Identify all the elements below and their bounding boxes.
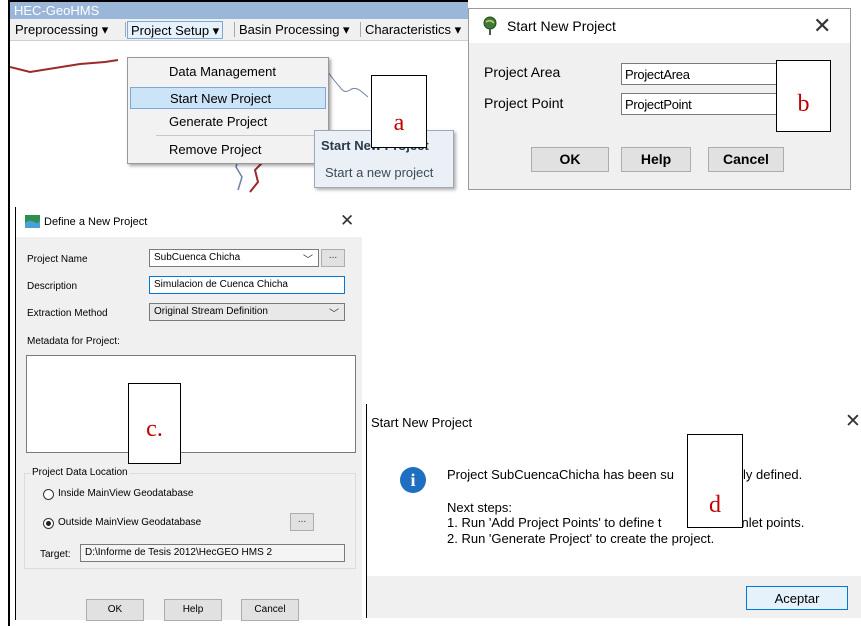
target-label: Target: xyxy=(40,549,71,560)
location-browse-button[interactable]: ... xyxy=(290,513,314,531)
map-icon xyxy=(25,215,40,228)
cancel-button[interactable]: Cancel xyxy=(708,147,784,172)
ok-button[interactable]: OK xyxy=(531,147,609,172)
step-2-text: 2. Run 'Generate Project' to create the … xyxy=(447,531,715,546)
chevron-down-icon: ﹀ xyxy=(329,309,339,320)
tooltip-text: Start a new project xyxy=(325,165,434,180)
project-area-label: Project Area xyxy=(484,64,561,80)
callout-b: b xyxy=(776,60,831,132)
metadata-textarea[interactable] xyxy=(26,355,356,453)
geohms-toolbar-panel: HEC-GeoHMS Preprocessing ▾ Project Setup… xyxy=(8,0,468,198)
extraction-method-value: Original Stream Definition xyxy=(154,306,268,317)
metadata-label: Metadata for Project: xyxy=(27,336,120,347)
project-name-value: SubCuenca Chicha xyxy=(154,252,241,263)
menu-separator xyxy=(234,22,235,37)
radio-inside-label: Inside MainView Geodatabase xyxy=(58,488,194,499)
menu-characteristics[interactable]: Characteristics ▾ xyxy=(362,21,464,39)
menu-separator xyxy=(360,22,361,37)
description-label: Description xyxy=(27,281,78,292)
menu-divider xyxy=(156,135,326,136)
menu-preprocessing[interactable]: Preprocessing ▾ xyxy=(12,21,111,39)
frame-border xyxy=(8,198,10,626)
define-new-project-dialog: Define a New Project ✕ Project Name SubC… xyxy=(15,207,363,621)
close-icon[interactable]: ✕ xyxy=(813,13,831,39)
project-name-browse-button[interactable]: ... xyxy=(321,249,345,267)
menu-item-data-management[interactable]: Data Management xyxy=(130,61,326,83)
description-input[interactable]: Simulacion de Cuenca Chicha xyxy=(149,276,345,294)
chevron-down-icon: ﹀ xyxy=(303,255,313,266)
info-icon: i xyxy=(400,467,426,493)
menu-item-start-new-project[interactable]: Start New Project xyxy=(130,87,326,109)
menu-basin-processing[interactable]: Basin Processing ▾ xyxy=(236,21,353,39)
menu-item-remove-project[interactable]: Remove Project xyxy=(130,139,326,161)
cancel-button[interactable]: Cancel xyxy=(241,599,299,621)
close-icon[interactable]: ✕ xyxy=(340,211,354,231)
extraction-method-select[interactable]: Original Stream Definition ﹀ xyxy=(149,303,345,321)
project-name-combobox[interactable]: SubCuenca Chicha ﹀ xyxy=(149,249,319,267)
extraction-method-label: Extraction Method xyxy=(27,308,108,319)
dialog-title-bar: Define a New Project ✕ xyxy=(16,207,363,237)
project-setup-dropdown: Data Management Start New Project Genera… xyxy=(127,57,329,164)
dialog-title-bar: Start New Project ✕ xyxy=(469,9,850,43)
close-icon[interactable]: ✕ xyxy=(845,410,861,433)
help-button[interactable]: Help xyxy=(621,147,691,172)
radio-outside-label: Outside MainView Geodatabase xyxy=(58,517,202,528)
menu-item-generate-project[interactable]: Generate Project xyxy=(130,111,326,133)
dialog-title: Start New Project xyxy=(507,18,616,34)
menu-separator xyxy=(125,22,126,37)
menu-bar: Preprocessing ▾ Project Setup ▾ Basin Pr… xyxy=(10,19,468,41)
next-steps-heading: Next steps: xyxy=(447,500,513,515)
app-title-bar: HEC-GeoHMS xyxy=(10,2,468,19)
project-point-label: Project Point xyxy=(484,95,564,111)
project-name-label: Project Name xyxy=(27,254,88,265)
callout-c: c. xyxy=(128,383,181,464)
dialog-footer: Aceptar xyxy=(367,576,861,618)
accept-button[interactable]: Aceptar xyxy=(746,586,848,610)
target-path-field: D:\Informe de Tesis 2012\HecGEO HMS 2 xyxy=(80,544,345,562)
group-label: Project Data Location xyxy=(30,467,130,478)
step-1-text: 1. Run 'Add Project Points' to define t xyxy=(447,515,662,530)
radio-inside-geodatabase[interactable] xyxy=(43,489,54,500)
radio-outside-geodatabase[interactable] xyxy=(43,518,54,529)
dialog-title: Start New Project xyxy=(371,415,473,430)
callout-d: d xyxy=(687,434,743,528)
start-new-project-dialog: Start New Project ✕ Project Area Project… xyxy=(468,8,851,190)
step-1-text-end: /inlet points. xyxy=(735,515,805,530)
globe-pin-icon xyxy=(483,16,497,35)
project-defined-message-box: Start New Project ✕ i Project SubCuencaC… xyxy=(366,404,861,618)
dialog-title: Define a New Project xyxy=(44,216,148,228)
message-text-end: ly defined. xyxy=(743,467,803,482)
help-button[interactable]: Help xyxy=(164,599,222,621)
ok-button[interactable]: OK xyxy=(86,599,144,621)
menu-project-setup[interactable]: Project Setup ▾ xyxy=(127,21,224,39)
callout-a: a xyxy=(371,75,427,148)
message-text: Project SubCuencaChicha has been su xyxy=(447,467,674,482)
